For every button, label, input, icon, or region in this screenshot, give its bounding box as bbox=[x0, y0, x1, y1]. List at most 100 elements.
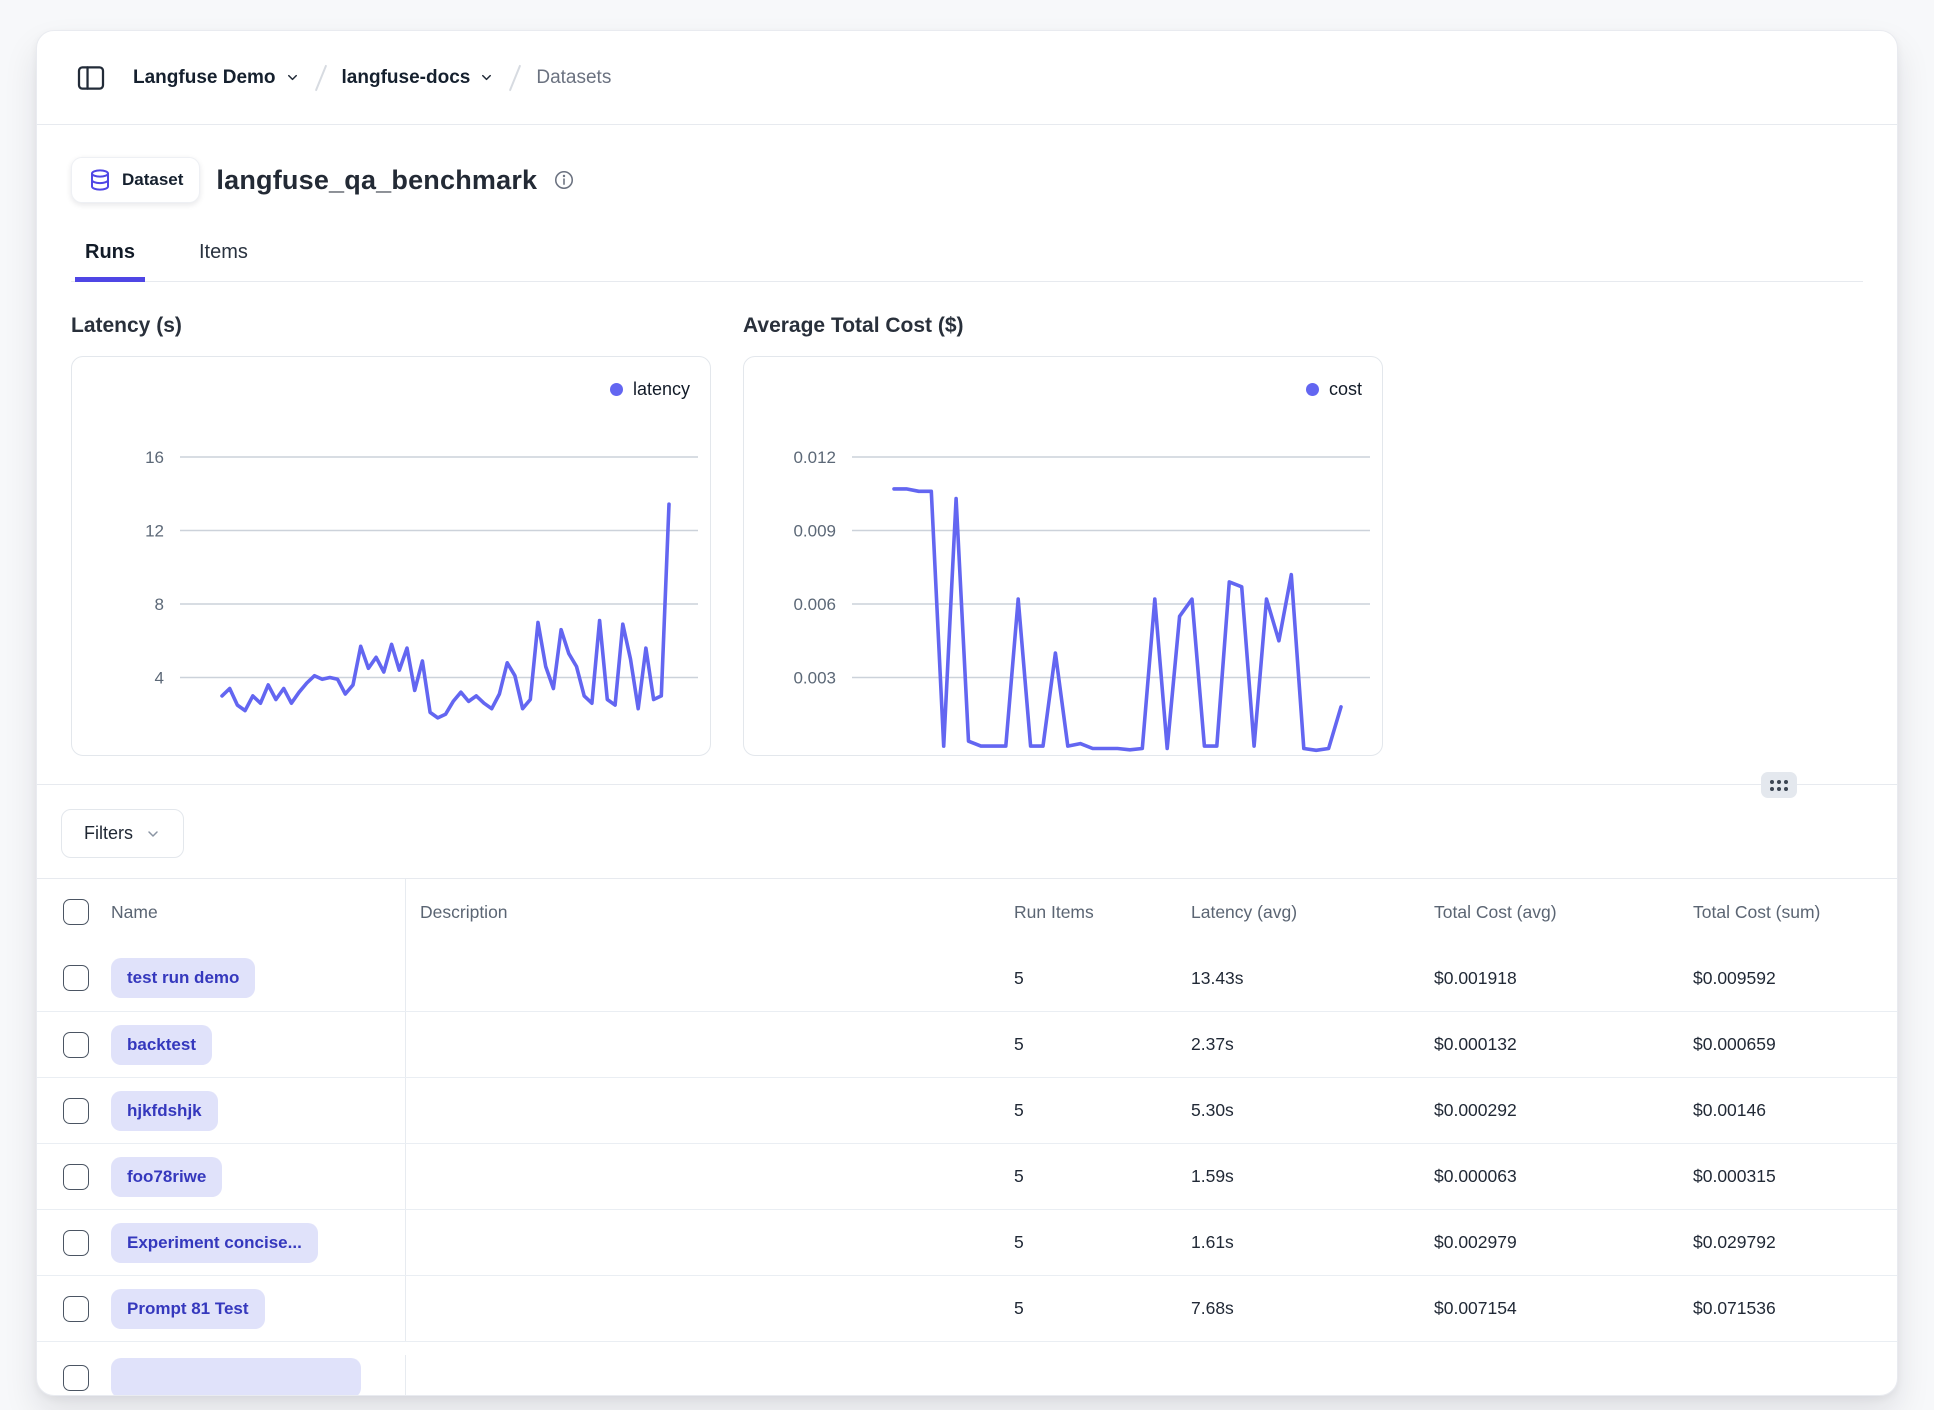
table-row-partial[interactable] bbox=[37, 1341, 1897, 1396]
row-total-cost-avg-cell: $0.007154 bbox=[1434, 1298, 1693, 1319]
chevron-down-icon bbox=[285, 70, 300, 85]
row-latency-avg-cell: 1.59s bbox=[1191, 1166, 1434, 1187]
table-row[interactable]: foo78riwe51.59s$0.000063$0.000315 bbox=[37, 1143, 1897, 1209]
row-name-cell bbox=[111, 1355, 406, 1396]
row-name-cell: backtest bbox=[111, 1012, 406, 1077]
breadcrumb-org-selector[interactable]: Langfuse Demo bbox=[133, 67, 300, 89]
charts-row: Latency (s) 161284 latency Average Total… bbox=[71, 314, 1863, 756]
row-total-cost-avg-cell: $0.000132 bbox=[1434, 1034, 1693, 1055]
breadcrumb-org-label: Langfuse Demo bbox=[133, 67, 276, 89]
svg-text:12: 12 bbox=[145, 522, 164, 541]
row-checkbox-cell bbox=[37, 1276, 111, 1341]
dataset-badge: Dataset bbox=[71, 157, 200, 203]
row-run-items-cell: 5 bbox=[1014, 1166, 1191, 1187]
row-run-items-cell: 5 bbox=[1014, 1298, 1191, 1319]
table-header-row: Name Description Run Items Latency (avg)… bbox=[37, 879, 1897, 945]
row-checkbox[interactable] bbox=[63, 1230, 89, 1256]
table-row[interactable]: Experiment concise...51.61s$0.002979$0.0… bbox=[37, 1209, 1897, 1275]
info-icon[interactable] bbox=[553, 169, 575, 191]
row-checkbox-cell bbox=[37, 1012, 111, 1077]
row-total-cost-avg-cell: $0.000292 bbox=[1434, 1100, 1693, 1121]
table-row[interactable]: Prompt 81 Test57.68s$0.007154$0.071536 bbox=[37, 1275, 1897, 1341]
latency-line bbox=[222, 504, 669, 718]
row-checkbox-cell bbox=[37, 1210, 111, 1275]
breadcrumb-project-selector[interactable]: langfuse-docs bbox=[342, 67, 495, 89]
runs-table: Name Description Run Items Latency (avg)… bbox=[37, 878, 1897, 1396]
table-row[interactable]: hjkfdshjk55.30s$0.000292$0.00146 bbox=[37, 1077, 1897, 1143]
resize-drag-handle[interactable] bbox=[1761, 772, 1797, 798]
legend-label: latency bbox=[633, 379, 690, 400]
row-run-items-cell: 5 bbox=[1014, 1100, 1191, 1121]
row-description-cell bbox=[406, 1276, 1014, 1341]
row-checkbox[interactable] bbox=[63, 1296, 89, 1322]
row-description-cell bbox=[406, 1210, 1014, 1275]
row-total-cost-sum-cell: $0.071536 bbox=[1693, 1298, 1897, 1319]
cost-chart-svg: 0.0120.0090.0060.003 bbox=[744, 357, 1383, 756]
tab-runs[interactable]: Runs bbox=[75, 237, 145, 282]
row-run-items-cell: 5 bbox=[1014, 1034, 1191, 1055]
row-total-cost-avg-cell: $0.000063 bbox=[1434, 1166, 1693, 1187]
row-description-cell bbox=[406, 1144, 1014, 1209]
legend-dot-icon bbox=[1306, 383, 1319, 396]
run-name-pill[interactable]: Prompt 81 Test bbox=[111, 1289, 265, 1329]
row-checkbox[interactable] bbox=[63, 1032, 89, 1058]
row-checkbox[interactable] bbox=[63, 1098, 89, 1124]
row-checkbox-cell bbox=[37, 1078, 111, 1143]
chevron-down-icon bbox=[145, 826, 161, 842]
run-name-pill[interactable]: test run demo bbox=[111, 958, 255, 998]
chevron-down-icon bbox=[479, 70, 494, 85]
grip-dots-icon bbox=[1770, 780, 1788, 791]
row-name-cell: Experiment concise... bbox=[111, 1210, 406, 1275]
row-checkbox[interactable] bbox=[63, 965, 89, 991]
panel-left-icon bbox=[75, 62, 107, 94]
header-checkbox-cell bbox=[37, 879, 111, 945]
legend-label: cost bbox=[1329, 379, 1362, 400]
breadcrumb: Langfuse Demo langfuse-docs Datasets bbox=[133, 64, 611, 92]
column-header-latency-avg: Latency (avg) bbox=[1191, 902, 1434, 923]
run-name-pill[interactable]: foo78riwe bbox=[111, 1157, 222, 1197]
tab-items[interactable]: Items bbox=[189, 237, 258, 282]
page-title: langfuse_qa_benchmark bbox=[216, 165, 537, 196]
legend-dot-icon bbox=[610, 383, 623, 396]
column-header-total-cost-avg: Total Cost (avg) bbox=[1434, 902, 1693, 923]
cost-chart-card: 0.0120.0090.0060.003 cost bbox=[743, 356, 1383, 756]
row-checkbox[interactable] bbox=[63, 1365, 89, 1391]
svg-text:0.012: 0.012 bbox=[793, 448, 836, 467]
table-row[interactable]: backtest52.37s$0.000132$0.000659 bbox=[37, 1011, 1897, 1077]
database-icon bbox=[88, 168, 112, 192]
row-run-items-cell: 5 bbox=[1014, 968, 1191, 989]
row-checkbox[interactable] bbox=[63, 1164, 89, 1190]
dataset-badge-label: Dataset bbox=[122, 170, 183, 190]
breadcrumb-separator bbox=[314, 64, 326, 91]
row-description-cell bbox=[406, 1355, 1014, 1396]
breadcrumb-section-datasets[interactable]: Datasets bbox=[536, 67, 611, 89]
filters-button[interactable]: Filters bbox=[61, 809, 184, 858]
sidebar-toggle-button[interactable] bbox=[75, 62, 107, 94]
column-header-run-items: Run Items bbox=[1014, 902, 1191, 923]
latency-chart-legend: latency bbox=[610, 379, 690, 400]
cost-chart-legend: cost bbox=[1306, 379, 1362, 400]
run-name-pill[interactable]: backtest bbox=[111, 1025, 212, 1065]
svg-text:16: 16 bbox=[145, 448, 164, 467]
run-name-pill[interactable]: hjkfdshjk bbox=[111, 1091, 218, 1131]
run-name-pill[interactable] bbox=[111, 1358, 361, 1396]
row-description-cell bbox=[406, 945, 1014, 1011]
top-bar: Langfuse Demo langfuse-docs Datasets bbox=[37, 31, 1897, 125]
column-header-name: Name bbox=[111, 879, 406, 945]
latency-chart-card: 161284 latency bbox=[71, 356, 711, 756]
select-all-checkbox[interactable] bbox=[63, 899, 89, 925]
row-name-cell: foo78riwe bbox=[111, 1144, 406, 1209]
section-divider bbox=[37, 784, 1897, 785]
svg-text:0.006: 0.006 bbox=[793, 595, 836, 614]
run-name-pill[interactable]: Experiment concise... bbox=[111, 1223, 318, 1263]
row-description-cell bbox=[406, 1078, 1014, 1143]
svg-text:8: 8 bbox=[155, 595, 164, 614]
app-window: Langfuse Demo langfuse-docs Datasets bbox=[36, 30, 1898, 1396]
row-total-cost-sum-cell: $0.009592 bbox=[1693, 968, 1897, 989]
table-row[interactable]: test run demo513.43s$0.001918$0.009592 bbox=[37, 945, 1897, 1011]
row-description-cell bbox=[406, 1012, 1014, 1077]
row-run-items-cell: 5 bbox=[1014, 1232, 1191, 1253]
row-total-cost-sum-cell: $0.000659 bbox=[1693, 1034, 1897, 1055]
cost-line bbox=[894, 489, 1341, 750]
latency-chart-svg: 161284 bbox=[72, 357, 711, 756]
